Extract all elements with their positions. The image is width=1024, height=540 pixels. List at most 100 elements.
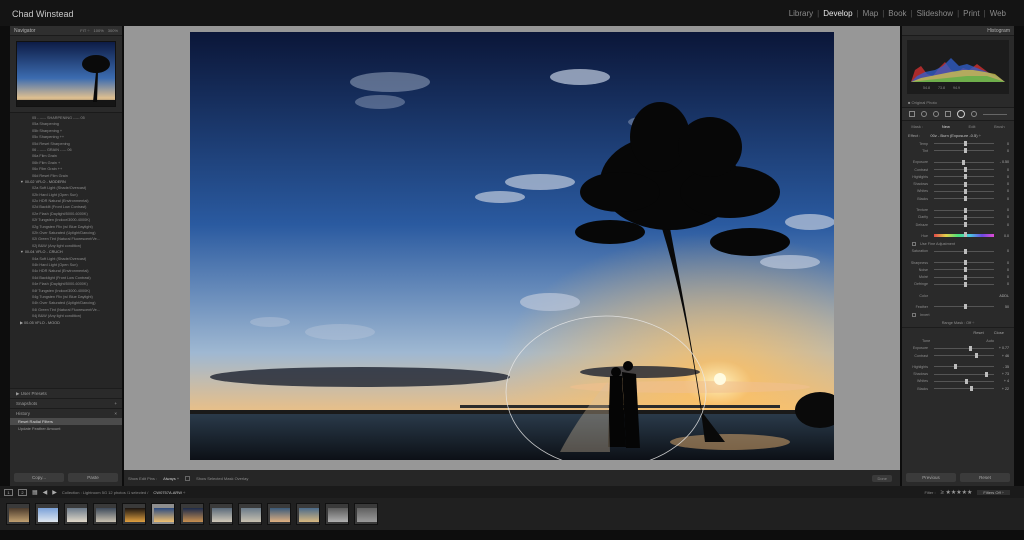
invert-row[interactable]: Invert <box>902 311 1014 319</box>
copy-button[interactable]: Copy... <box>14 473 64 482</box>
forward-arrow-icon[interactable]: ▶ <box>52 489 57 496</box>
navigator-zoom-300[interactable]: 300% <box>108 28 118 33</box>
highlights-slider-handle[interactable] <box>964 174 967 180</box>
exposure-value[interactable]: + 0.77 <box>997 346 1009 350</box>
back-arrow-icon[interactable]: ◀ <box>43 489 48 496</box>
shadows-slider[interactable] <box>934 181 994 187</box>
shadows-value[interactable]: + 73 <box>997 372 1009 376</box>
shadows-value[interactable]: 0 <box>997 182 1009 186</box>
filmstrip-thumbnail[interactable] <box>354 503 378 525</box>
original-photo-toggle[interactable]: ■ Original Photo <box>902 98 1014 107</box>
exposure-slider[interactable] <box>934 345 994 351</box>
exposure-slider-handle[interactable] <box>968 345 972 351</box>
temp-slider-handle[interactable] <box>964 141 967 147</box>
filter-select[interactable]: Filters Off ÷ <box>977 489 1010 495</box>
contrast-slider[interactable] <box>934 353 994 359</box>
effect-select[interactable]: 00z - Burn (Exposure -0.5) ÷ <box>930 133 980 138</box>
module-book[interactable]: Book <box>884 9 910 18</box>
filmstrip-thumbnail[interactable] <box>180 503 204 525</box>
clarity-value[interactable]: 0 <box>997 215 1009 219</box>
shadows-slider[interactable] <box>934 371 994 377</box>
history-item[interactable]: Reset Radial Filters <box>10 418 122 425</box>
filmstrip-thumbnail[interactable] <box>209 503 233 525</box>
feather-value[interactable]: 50 <box>997 305 1009 309</box>
shadows-slider-handle[interactable] <box>964 181 967 187</box>
module-map[interactable]: Map <box>859 9 883 18</box>
show-edit-pins-select[interactable]: Always ÷ <box>163 476 179 481</box>
filmstrip-thumbnail[interactable] <box>122 503 146 525</box>
tint-value[interactable]: 0 <box>997 149 1009 153</box>
adjustment-brush-icon[interactable] <box>971 111 977 117</box>
whites-slider[interactable] <box>934 378 994 384</box>
contrast-value[interactable]: + 46 <box>997 354 1009 358</box>
texture-slider[interactable] <box>934 207 994 213</box>
noise-slider-handle[interactable] <box>964 267 967 273</box>
filename[interactable]: CW0757A.ARW ÷ <box>153 490 185 495</box>
filmstrip-thumbnail[interactable] <box>64 503 88 525</box>
crop-tool-icon[interactable] <box>909 111 915 117</box>
highlights-value[interactable]: 0 <box>997 175 1009 179</box>
spot-removal-icon[interactable] <box>921 111 927 117</box>
sharpness-value[interactable]: 0 <box>997 261 1009 265</box>
clarity-slider-handle[interactable] <box>964 214 967 220</box>
noise-slider[interactable] <box>934 267 994 273</box>
dehaze-slider[interactable] <box>934 222 994 228</box>
range-mask-select[interactable]: Range Mask : Off ÷ <box>942 321 975 325</box>
history-clear-icon[interactable]: × <box>114 411 117 416</box>
reset-button[interactable]: Reset <box>960 473 1010 482</box>
sharpness-slider-handle[interactable] <box>964 260 967 265</box>
exposure-value[interactable]: - 0.50 <box>997 160 1009 164</box>
feather-slider[interactable] <box>934 304 994 310</box>
dehaze-slider-handle[interactable] <box>964 222 967 228</box>
invert-checkbox[interactable] <box>912 312 916 317</box>
color-value[interactable]: ADDL <box>997 294 1009 298</box>
blacks-value[interactable]: 0 <box>997 197 1009 201</box>
radial-filter-icon[interactable] <box>957 110 965 118</box>
navigator-preview[interactable] <box>16 41 116 107</box>
blacks-slider[interactable] <box>934 386 994 392</box>
temp-slider[interactable] <box>934 141 994 147</box>
whites-slider-handle[interactable] <box>964 188 967 194</box>
blacks-value[interactable]: + 22 <box>997 387 1009 391</box>
highlights-value[interactable]: - 35 <box>997 365 1009 369</box>
module-print[interactable]: Print <box>959 9 983 18</box>
defringe-value[interactable]: 0 <box>997 282 1009 286</box>
paste-button[interactable]: Paste <box>68 473 118 482</box>
noise-value[interactable]: 0 <box>997 268 1009 272</box>
fine-adjust-row[interactable]: Use Fine Adjustment <box>902 240 1014 248</box>
auto-button[interactable]: Auto <box>986 339 994 343</box>
filmstrip-thumbnail[interactable] <box>238 503 262 525</box>
filmstrip-thumbnail[interactable] <box>151 503 175 525</box>
contrast-slider-handle[interactable] <box>974 353 978 359</box>
saturation-value[interactable]: 0 <box>997 249 1009 253</box>
exposure-slider-handle[interactable] <box>962 159 966 165</box>
navigator-header[interactable]: Navigator FIT ÷ 100% 300% <box>10 26 122 36</box>
filmstrip-thumbnail[interactable] <box>35 503 59 525</box>
user-presets[interactable]: ▶ User Presets <box>10 388 122 398</box>
module-slideshow[interactable]: Slideshow <box>913 9 957 18</box>
done-button[interactable]: Done <box>872 474 892 482</box>
filmstrip-thumbnail[interactable] <box>6 503 30 525</box>
module-library[interactable]: Library <box>785 9 817 18</box>
range-mask-row[interactable]: Range Mask : Off ÷ <box>902 319 1014 327</box>
texture-slider-handle[interactable] <box>964 207 967 213</box>
contrast-slider-handle[interactable] <box>964 167 967 173</box>
saturation-slider-handle[interactable] <box>964 248 967 254</box>
mask-reset-button[interactable]: Reset <box>973 330 983 335</box>
clarity-slider[interactable] <box>934 214 994 220</box>
navigator-zoom-100[interactable]: 100% <box>94 28 104 33</box>
blacks-slider[interactable] <box>934 196 994 202</box>
filmstrip-thumbnail[interactable] <box>296 503 320 525</box>
preset-folder[interactable]: ▶ 00-05 VFLO - MOOD <box>10 320 122 326</box>
page-1-button[interactable]: 1 <box>4 488 13 496</box>
sharpness-slider[interactable] <box>934 260 994 265</box>
filmstrip-thumbnail[interactable] <box>93 503 117 525</box>
mask-overlay-checkbox[interactable] <box>185 475 191 481</box>
tool-slider[interactable] <box>983 113 1007 115</box>
moir-slider-handle[interactable] <box>964 274 967 280</box>
whites-slider[interactable] <box>934 188 994 194</box>
mask-tab-edit[interactable]: Edit <box>969 124 976 129</box>
mask-tab-brush[interactable]: Brush <box>994 124 1004 129</box>
temp-value[interactable]: 0 <box>997 142 1009 146</box>
history-item[interactable]: Update Feather Amount <box>10 425 122 432</box>
